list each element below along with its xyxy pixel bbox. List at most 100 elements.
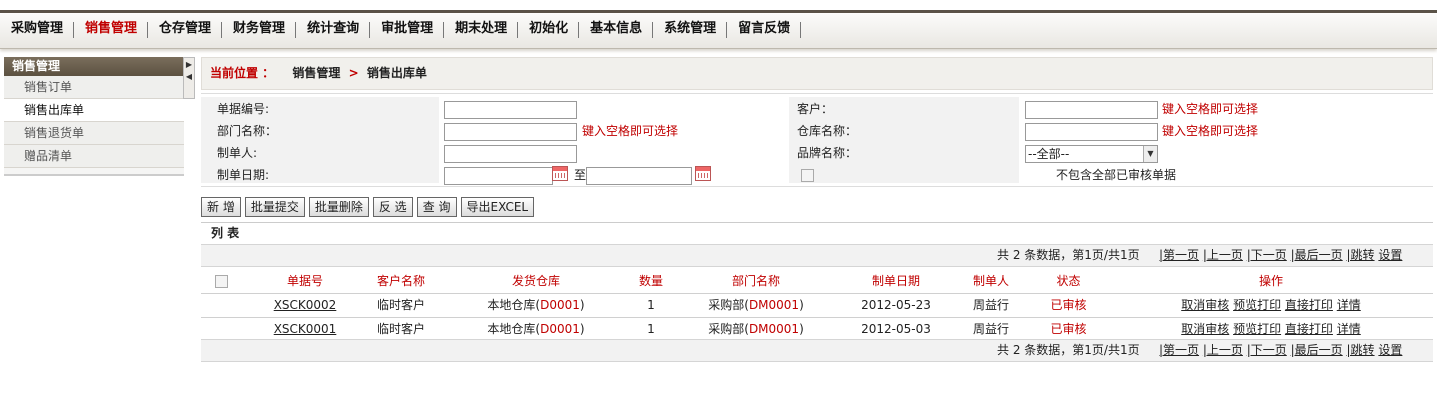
pager-link[interactable]: |最后一页	[1291, 248, 1343, 262]
nav-item[interactable]: 初始化	[518, 14, 580, 48]
doc-no-label: 单据编号:	[217, 102, 270, 116]
dept-code: DM0001	[748, 298, 800, 312]
pager-link[interactable]: 设置	[1378, 343, 1402, 357]
customer-input[interactable]	[1025, 101, 1158, 119]
warehouse-hint: 键入空格即可选择	[1162, 124, 1259, 138]
pager-link[interactable]: |跳转	[1347, 343, 1375, 357]
calendar-icon[interactable]	[695, 166, 711, 181]
nav-item[interactable]: 基本信息	[579, 14, 654, 48]
row-action-link[interactable]: 详情	[1337, 322, 1361, 336]
column-header: 部门名称	[731, 274, 780, 288]
row-action-link[interactable]: 详情	[1337, 298, 1361, 312]
nav-item-label: 采购管理	[11, 21, 64, 36]
doc-no-link[interactable]: XSCK0001	[274, 322, 337, 336]
date-label: 制单日期:	[217, 168, 270, 182]
warehouse-input[interactable]	[1025, 123, 1158, 141]
column-header: 数量	[638, 274, 663, 288]
nav-item[interactable]: 系统管理	[653, 14, 728, 48]
qty-cell: 1	[621, 294, 681, 317]
main-nav: 采购管理 销售管理 仓存管理 财务管理 统计查询 审批管理 期末处理 初始化 基本信息 系统管理 留…	[0, 14, 1437, 49]
date-to-input[interactable]	[586, 167, 692, 185]
doc-no-input[interactable]	[444, 101, 577, 119]
arrow-right-icon: ▶	[185, 60, 193, 69]
data-table: 单据号 客户名称 发货仓库 数量 部门名称 制单日期 制单人 状态 操作 XSCK0002 临时客…	[201, 270, 1433, 342]
column-header: 单据号	[286, 274, 323, 288]
invert-select-button[interactable]: 反 选	[372, 197, 413, 217]
row-action-link[interactable]: 预览打印	[1233, 322, 1281, 336]
sidebar-item[interactable]: 销售退货单	[4, 122, 184, 145]
actions-cell: 取消审核 预览打印 直接打印 详情	[1121, 294, 1421, 317]
batch-delete-button[interactable]: 批量删除	[308, 197, 369, 217]
row-action-link[interactable]: 取消审核	[1181, 298, 1229, 312]
nav-item[interactable]: 销售管理	[74, 14, 149, 48]
pager-link[interactable]: |上一页	[1203, 343, 1243, 357]
creator-cell: 周益行	[956, 318, 1026, 341]
dept-cell: 采购部(DM0001)	[708, 298, 804, 312]
nav-item[interactable]: 仓存管理	[148, 14, 223, 48]
row-action-link[interactable]: 直接打印	[1285, 298, 1333, 312]
pager-link[interactable]: |跳转	[1347, 248, 1375, 262]
date-from-input[interactable]	[444, 167, 553, 185]
creator-input[interactable]	[444, 145, 577, 163]
nav-item-label: 销售管理	[85, 21, 138, 36]
breadcrumb-section[interactable]: 销售管理	[292, 66, 340, 80]
calendar-icon[interactable]	[552, 166, 568, 181]
pager-link[interactable]: 设置	[1378, 248, 1402, 262]
query-button[interactable]: 查 询	[416, 197, 457, 217]
customer-name: 临时客户	[376, 322, 425, 336]
row-action-link[interactable]: 预览打印	[1233, 298, 1281, 312]
nav-item[interactable]: 留言反馈	[727, 14, 802, 48]
nav-item[interactable]: 审批管理	[370, 14, 445, 48]
customer-name: 临时客户	[376, 298, 425, 312]
exclude-audited-label: 不包含全部已审核单据	[1056, 168, 1177, 182]
add-button[interactable]: 新 增	[201, 197, 241, 217]
pager-link[interactable]: |上一页	[1203, 248, 1243, 262]
customer-cell: 临时客户	[361, 294, 441, 317]
doc-no-link[interactable]: XSCK0002	[274, 298, 337, 312]
exclude-audited-checkbox[interactable]	[801, 169, 814, 182]
sidebar-footer	[4, 168, 184, 176]
column-header: 发货仓库	[511, 274, 560, 288]
creator: 周益行	[972, 298, 1009, 312]
export-excel-button[interactable]: 导出EXCEL	[460, 197, 535, 217]
pager-link[interactable]: |第一页	[1159, 248, 1199, 262]
dept-input[interactable]	[444, 123, 577, 141]
nav-item[interactable]: 统计查询	[296, 14, 371, 48]
column-header: 状态	[1056, 274, 1081, 288]
breadcrumb-arrow: >	[348, 66, 359, 80]
pager-link[interactable]: |下一页	[1247, 248, 1287, 262]
nav-item-label: 系统管理	[664, 21, 717, 36]
pager-link[interactable]: |第一页	[1159, 343, 1199, 357]
sidebar-collapse-toggle[interactable]: ▶ ◀	[183, 57, 195, 99]
sidebar-item[interactable]: 赠品清单	[4, 145, 184, 168]
nav-item[interactable]: 采购管理	[0, 14, 75, 48]
warehouse-label: 仓库名称：	[797, 124, 858, 138]
nav-item[interactable]: 财务管理	[222, 14, 297, 48]
customer-hint: 键入空格即可选择	[1162, 102, 1259, 116]
brand-select[interactable]: --全部-- ▼	[1025, 145, 1158, 163]
status-badge: 已审核	[1050, 322, 1087, 336]
quantity: 1	[647, 298, 655, 312]
pager-link[interactable]: |下一页	[1247, 343, 1287, 357]
select-all-checkbox[interactable]	[215, 275, 228, 288]
status-cell: 已审核	[1031, 318, 1106, 341]
quantity: 1	[647, 322, 655, 336]
sidebar-item[interactable]: 销售订单	[4, 76, 184, 99]
nav-separator	[800, 22, 802, 38]
warehouse-cell: 本地仓库(D0001)	[487, 298, 585, 312]
sidebar-title: 销售管理	[4, 57, 184, 76]
brand-label: 品牌名称：	[797, 146, 858, 160]
row-action-link[interactable]: 取消审核	[1181, 322, 1229, 336]
warehouse-code: D0001	[540, 322, 580, 336]
sidebar: 销售管理 销售订单 销售出库单 销售退货单 赠品清单	[4, 57, 184, 176]
sidebar-item[interactable]: 销售出库单	[4, 99, 184, 122]
row-action-link[interactable]: 直接打印	[1285, 322, 1333, 336]
dept-name: 采购部	[708, 298, 745, 312]
batch-submit-button[interactable]: 批量提交	[244, 197, 305, 217]
nav-item[interactable]: 期末处理	[444, 14, 519, 48]
pager-link[interactable]: |最后一页	[1291, 343, 1343, 357]
brand-select-value: --全部--	[1028, 147, 1070, 161]
search-form: 单据编号: 部门名称： 制单人: 制单日期: 键入空格即可选择 至 客户： 仓库…	[201, 93, 1433, 187]
dept-name: 采购部	[708, 322, 745, 336]
warehouse-name: 本地仓库	[487, 322, 536, 336]
